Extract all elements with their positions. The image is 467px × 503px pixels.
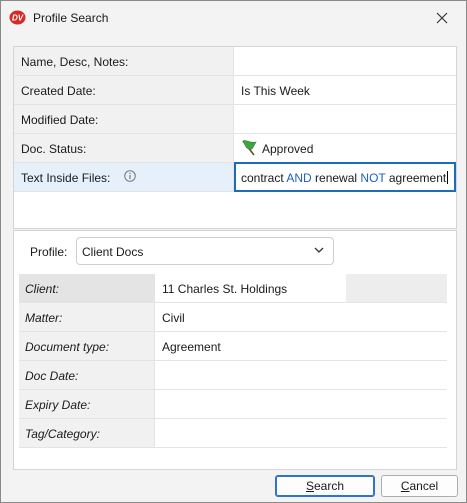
profile-dropdown[interactable]: Client Docs [76, 237, 334, 265]
search-criteria-grid: Name, Desc, Notes: Created Date: Is This… [13, 46, 457, 229]
profile-panel: Profile: Client Docs Client: 11 Charles … [13, 230, 457, 470]
profile-dropdown-value: Client Docs [82, 245, 144, 259]
search-button-label: earch [313, 479, 345, 493]
criteria-label: Created Date: [21, 84, 96, 98]
profile-field-value[interactable]: Civil [155, 303, 447, 331]
cancel-button-label: ancel [409, 479, 439, 493]
criteria-row-name-desc-notes[interactable]: Name, Desc, Notes: [14, 47, 456, 76]
search-button[interactable]: Search [275, 475, 375, 497]
profile-row-tag-category[interactable]: Tag/Category: [19, 419, 447, 448]
criteria-row-created-date[interactable]: Created Date: Is This Week [14, 76, 456, 105]
profile-field-label: Doc Date: [25, 369, 79, 383]
profile-field-label: Expiry Date: [25, 398, 91, 412]
profile-row-document-type[interactable]: Document type: Agreement [19, 332, 447, 361]
doc-status-value: Approved [262, 142, 314, 156]
green-flag-icon [242, 140, 257, 156]
profile-row-expiry-date[interactable]: Expiry Date: [19, 390, 447, 419]
criteria-label: Modified Date: [21, 113, 99, 127]
profile-field-label: Client: [25, 282, 60, 296]
criteria-value-field[interactable]: Is This Week [234, 76, 456, 104]
title-bar: DV Profile Search [1, 1, 466, 35]
profile-field-label: Tag/Category: [25, 427, 100, 441]
client-lookup-cell[interactable] [346, 274, 447, 302]
profile-field-label: Document type: [25, 340, 110, 354]
query-operator: NOT [360, 171, 386, 185]
criteria-label: Text Inside Files: [21, 171, 111, 185]
criteria-label: Doc. Status: [21, 142, 87, 156]
profile-field-label: Matter: [25, 311, 63, 325]
text-caret [447, 171, 449, 184]
profile-field-value[interactable] [155, 419, 447, 447]
criteria-row-modified-date[interactable]: Modified Date: [14, 105, 456, 134]
close-icon [436, 12, 448, 24]
profile-field-value[interactable] [155, 390, 447, 418]
close-button[interactable] [425, 5, 459, 31]
query-operator: AND [286, 171, 312, 185]
criteria-row-text-inside-files[interactable]: Text Inside Files: contract AND renewal … [14, 162, 456, 192]
criteria-label: Name, Desc, Notes: [21, 55, 129, 69]
search-button-mnemonic: S [305, 479, 314, 493]
profile-row-doc-date[interactable]: Doc Date: [19, 361, 447, 390]
criteria-value-field[interactable] [234, 105, 456, 133]
criteria-row-doc-status[interactable]: Doc. Status: Approved [14, 134, 456, 163]
profile-label: Profile: [30, 245, 68, 259]
profile-search-dialog: DV Profile Search Name, Desc, Notes: Cre… [0, 0, 467, 503]
profile-field-value[interactable]: Agreement [155, 332, 447, 360]
criteria-value-field[interactable]: Approved [234, 134, 456, 162]
window-title: Profile Search [33, 11, 109, 25]
profile-field-value[interactable] [155, 361, 447, 389]
info-icon[interactable] [124, 170, 136, 182]
dv-logo-icon: DV [9, 10, 26, 25]
criteria-value-field[interactable] [234, 47, 456, 75]
profile-row-matter[interactable]: Matter: Civil [19, 303, 447, 332]
profile-row-client[interactable]: Client: 11 Charles St. Holdings [19, 274, 447, 303]
svg-text:DV: DV [12, 14, 24, 23]
cancel-button[interactable]: Cancel [381, 475, 458, 497]
text-inside-files-input[interactable]: contract AND renewal NOT agreement [234, 162, 456, 192]
chevron-down-icon [314, 247, 324, 253]
